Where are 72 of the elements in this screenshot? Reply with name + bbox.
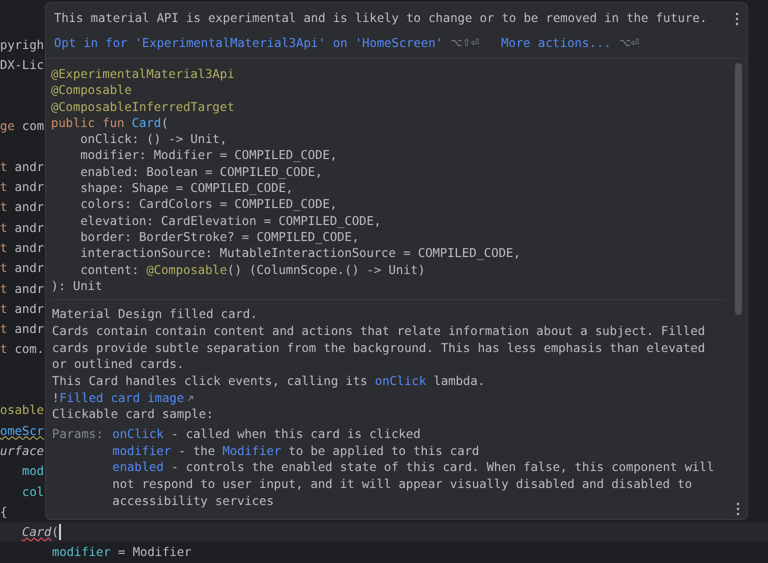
code-text: urface (0, 442, 44, 460)
code-text: andr (14, 280, 44, 298)
signature-line: interactionSource: MutableInteractionSource = COMPILED_CODE, (79, 245, 522, 262)
code-text: t (0, 179, 8, 196)
code-text: andr (14, 199, 44, 216)
params-label: Params: (52, 426, 104, 444)
code-text: col (21, 484, 44, 501)
signature-line: content: @Composable() (ColumnScope.() -> Unit) (79, 262, 426, 278)
quick-fix-link[interactable]: More actions... (501, 35, 612, 52)
code-text: t (0, 260, 8, 278)
signature-line: @ExperimentalMaterial3Api (51, 66, 236, 82)
doc-paragraph: !Filled card image (52, 390, 724, 406)
shortcut-hint: ⌥⇧⏎ (450, 37, 480, 51)
code-text: ( (51, 524, 59, 542)
code-text: Card (22, 524, 52, 542)
code-text: andr (14, 220, 44, 237)
code-text: com (21, 118, 44, 136)
signature-line: modifier: Modifier = COMPILED_CODE, (79, 147, 338, 164)
doc-paragraph: This Card handles click events, calling its onClick lambda. (52, 372, 486, 390)
doc-link[interactable]: Filled card image (59, 390, 194, 405)
shortcut-hint: ⌥⏎ (619, 37, 640, 51)
code-text: t (0, 321, 8, 338)
quick-fix-link[interactable]: Opt in for 'ExperimentalMaterial3Api' on 'HomeScreen' (54, 35, 443, 52)
signature-line: border: BorderStroke? = COMPILED_CODE, (79, 228, 360, 246)
code-link[interactable]: onClick (374, 374, 426, 388)
code-link[interactable]: onClick (112, 427, 164, 442)
code-text: andr (14, 300, 44, 318)
signature-line: ): Unit (51, 278, 104, 294)
more-options-icon[interactable] (736, 502, 740, 516)
param-description: enabled - controls the enabled state of this card. When false, this component will not respond to user input, and it will appear visually disabled and disabled to accessibility services (112, 459, 716, 510)
code-text: t (0, 300, 8, 318)
signature-line: onClick: () -> Unit, (79, 131, 228, 148)
external-link-icon (187, 394, 194, 402)
code-text: andr (14, 321, 44, 338)
param-description: modifier - the Modifier to be applied to this card (112, 442, 480, 460)
doc-paragraph: Clickable card sample: (52, 406, 214, 424)
signature-line: shape: Shape = COMPILED_CODE, (79, 180, 294, 196)
code-text: ge (0, 118, 15, 136)
code-text: andr (14, 179, 44, 196)
signature-line: elevation: CardElevation = COMPILED_CODE, (79, 212, 382, 229)
code-text: t (0, 240, 8, 257)
signature-line: @Composable (51, 82, 133, 99)
code-text: andr (14, 158, 44, 176)
code-text: osable (0, 402, 44, 420)
code-text: t (0, 199, 8, 216)
code-text: omeScr (0, 422, 44, 440)
more-options-icon[interactable] (735, 12, 739, 26)
signature-line: enabled: Boolean = COMPILED_CODE, (79, 164, 324, 180)
param-description: onClick - called when this card is clicked (112, 426, 422, 443)
signature-line: colors: CardColors = COMPILED_CODE, (79, 196, 338, 213)
code-text: DX-Lic (0, 57, 44, 74)
code-text: t (0, 220, 8, 237)
code-text: = Modifier (117, 544, 192, 562)
code-text: modifier (52, 544, 111, 562)
code-link[interactable]: modifier (112, 444, 172, 458)
code-text: andr (14, 240, 44, 257)
doc-paragraph: Material Design filled card. (52, 306, 258, 323)
code-text: com. (14, 341, 44, 358)
doc-paragraph: Cards contain contain content and actions that relate information about a subject. Filled cards provide subtle separation from the background. This has less emphasis than elevated or outlined cards. (52, 322, 706, 373)
code-text: { (0, 504, 8, 521)
text-cursor (58, 524, 61, 540)
code-text: andr (14, 260, 44, 278)
signature-line: @ComposableInferredTarget (51, 98, 236, 115)
signature-line: public fun Card( (51, 114, 170, 132)
code-link[interactable]: Modifier (222, 444, 282, 458)
code-text: pyrigh (0, 37, 44, 54)
code-text: t (0, 280, 8, 298)
code-text: t (0, 341, 8, 358)
code-link[interactable]: enabled (112, 460, 164, 474)
code-text: t (0, 158, 8, 176)
code-text: mod (21, 463, 44, 480)
warning-message: This material API is experimental and is likely to change or to be removed in the future. (54, 10, 708, 27)
